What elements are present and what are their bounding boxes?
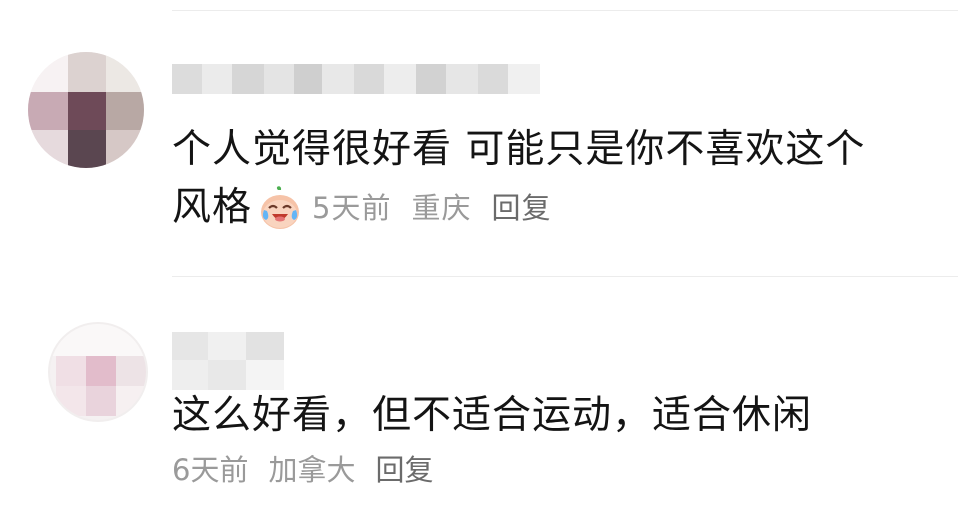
top-divider: [172, 10, 958, 11]
comment-text-line2: 风格 5天前 重庆 回复: [172, 182, 552, 234]
avatar[interactable]: [48, 322, 148, 422]
comment-text-line1: 这么好看，但不适合运动，适合休闲: [172, 393, 813, 438]
comment-time: 5天前: [312, 191, 392, 225]
comment-location: 加拿大: [268, 453, 356, 487]
laughing-crying-emoji-icon: [261, 186, 300, 229]
reply-button[interactable]: 回复: [375, 450, 433, 490]
comment-meta: 6天前 加拿大 回复: [172, 450, 433, 490]
avatar[interactable]: [28, 52, 144, 168]
reply-button[interactable]: 回复: [491, 188, 551, 228]
comment-meta: 5天前 重庆 回复: [312, 188, 551, 228]
comment-divider: [172, 276, 958, 277]
comment-time: 6天前: [172, 453, 249, 487]
username-blurred[interactable]: [172, 64, 540, 94]
comment-text-line1: 个人觉得很好看 可能只是你不喜欢这个: [172, 127, 866, 172]
comment-text-line2-label: 风格: [172, 185, 253, 230]
username-blurred[interactable]: [172, 332, 284, 390]
comment-location: 重庆: [411, 191, 472, 225]
